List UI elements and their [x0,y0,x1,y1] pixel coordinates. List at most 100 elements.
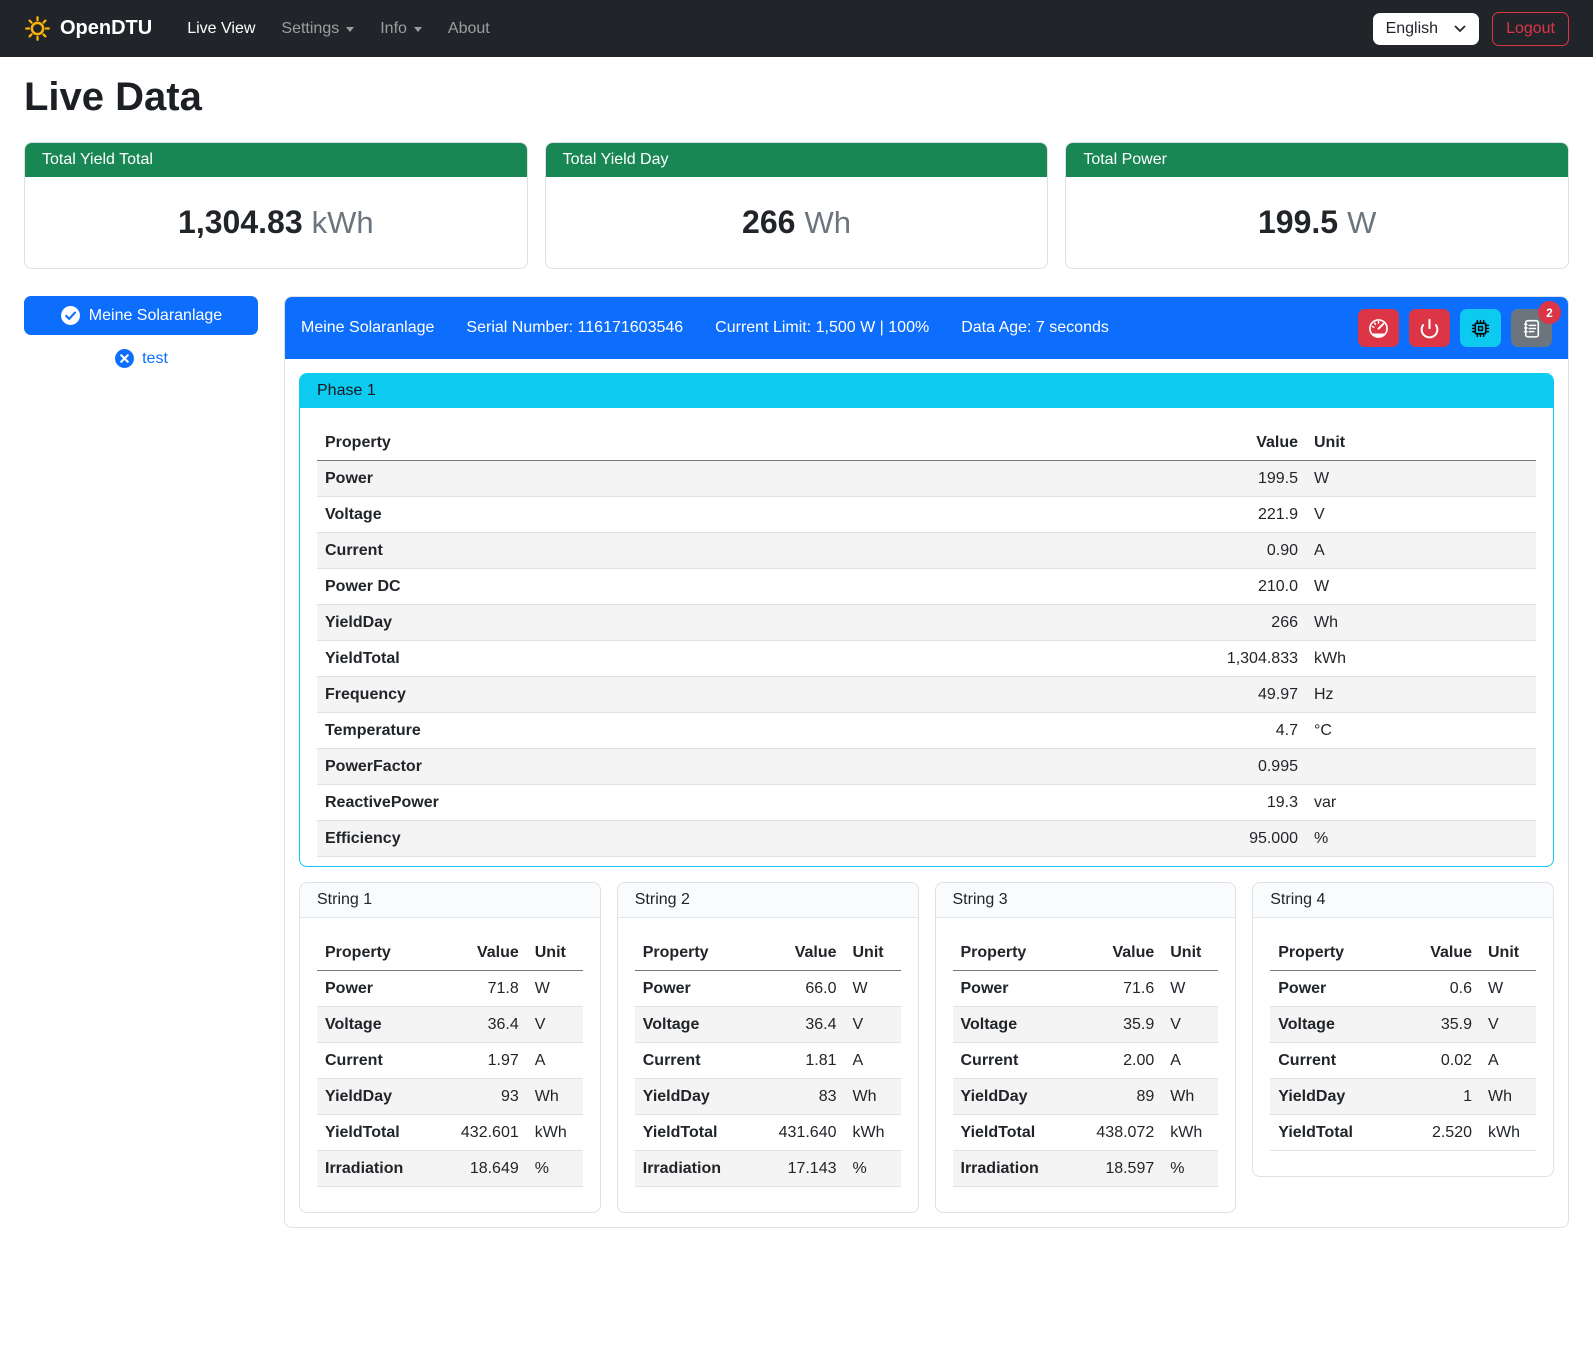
value-cell: 438.072 [1076,1115,1162,1151]
unit-cell: V [1480,1007,1536,1043]
table-row: Voltage35.9V [1270,1007,1536,1043]
summary-card-body: 1,304.83kWh [25,177,527,268]
property-cell: YieldDay [635,1079,759,1115]
table-row: YieldDay83Wh [635,1079,901,1115]
inverter-card-header: Meine Solaranlage Serial Number: 1161716… [285,297,1568,359]
col-header-property: Property [317,425,1186,461]
table-row: PowerFactor0.995 [317,749,1536,785]
table-head: PropertyValueUnit [953,935,1219,971]
col-header-value: Value [759,935,845,971]
value-cell: 36.4 [759,1007,845,1043]
unit-cell: A [1162,1043,1218,1079]
brand-logo[interactable]: OpenDTU [24,15,152,42]
property-cell: YieldTotal [1270,1115,1394,1151]
device-info-button[interactable] [1460,309,1501,347]
summary-card-total-yield-day: Total Yield Day266Wh [545,142,1049,269]
table-header-row: PropertyValueUnit [953,935,1219,971]
unit-cell: Hz [1306,677,1536,713]
unit-cell [1306,749,1536,785]
property-cell: Irradiation [953,1151,1077,1187]
unit-cell: A [845,1043,901,1079]
value-cell: 431.640 [759,1115,845,1151]
sidebar-item-meine-solaranlage[interactable]: Meine Solaranlage [24,296,258,335]
unit-cell: kWh [1162,1115,1218,1151]
nav-item-live-view[interactable]: Live View [174,12,268,46]
property-cell: Power [317,971,441,1007]
value-cell: 210.0 [1186,569,1306,605]
table-row: Power71.6W [953,971,1219,1007]
property-cell: Power [635,971,759,1007]
property-cell: Efficiency [317,821,1186,857]
col-header-value: Value [441,935,527,971]
unit-cell: W [1480,971,1536,1007]
property-cell: Voltage [1270,1007,1394,1043]
table-row: Current0.90A [317,533,1536,569]
string-card-body: PropertyValueUnitPower0.6WVoltage35.9VCu… [1253,918,1553,1176]
table-row: Voltage221.9V [317,497,1536,533]
string-card-string-2: String 2PropertyValueUnitPower66.0WVolta… [617,882,919,1213]
value-cell: 71.8 [441,971,527,1007]
event-count-badge: 2 [1538,301,1561,324]
property-cell: YieldTotal [635,1115,759,1151]
nav-item-settings[interactable]: Settings [268,12,367,46]
summary-card-body: 266Wh [546,177,1048,268]
table-row: Power66.0W [635,971,901,1007]
col-header-unit: Unit [1306,425,1536,461]
nav-item-about[interactable]: About [435,12,503,46]
table-row: Current1.97A [317,1043,583,1079]
value-cell: 71.6 [1076,971,1162,1007]
inverter-data-age: Data Age: 7 seconds [961,319,1109,337]
unit-cell: W [845,971,901,1007]
summary-card-title: Total Power [1066,143,1568,177]
power-toggle-button[interactable] [1409,309,1450,347]
property-cell: Irradiation [635,1151,759,1187]
unit-cell: kWh [1480,1115,1536,1151]
unit-cell: % [527,1151,583,1187]
value-cell: 66.0 [759,971,845,1007]
table-row: YieldDay266Wh [317,605,1536,641]
logout-button[interactable]: Logout [1492,12,1569,46]
value-cell: 1 [1394,1079,1480,1115]
inverter-sidebar: Meine Solaranlage test [24,296,258,369]
table-row: YieldTotal432.601kWh [317,1115,583,1151]
limit-settings-button[interactable] [1358,309,1399,347]
unit-cell: kWh [527,1115,583,1151]
inverter-name: Meine Solaranlage [301,319,434,337]
inverter-actions: 2 [1358,309,1552,347]
table-head: PropertyValueUnit [317,935,583,971]
table-row: Current2.00A [953,1043,1219,1079]
inverter-card: Meine Solaranlage Serial Number: 1161716… [284,296,1569,1228]
brand-label: OpenDTU [60,17,152,40]
gauge-icon [1367,317,1390,340]
unit-cell: % [845,1151,901,1187]
summary-card-total-power: Total Power199.5W [1065,142,1569,269]
value-cell: 93 [441,1079,527,1115]
sidebar-item-test[interactable]: test [24,348,258,369]
language-select[interactable]: English [1373,13,1479,45]
property-cell: Power DC [317,569,1186,605]
string-table: PropertyValueUnitPower0.6WVoltage35.9VCu… [1270,935,1536,1151]
col-header-unit: Unit [1480,935,1536,971]
string-card-body: PropertyValueUnitPower71.8WVoltage36.4VC… [300,918,600,1212]
table-row: Frequency49.97Hz [317,677,1536,713]
table-row: Power199.5W [317,461,1536,497]
property-cell: Frequency [317,677,1186,713]
nav-item-info[interactable]: Info [367,12,435,46]
summary-card-value: 199.5 [1258,204,1338,240]
property-cell: Current [953,1043,1077,1079]
col-header-property: Property [635,935,759,971]
event-log-button[interactable]: 2 [1511,309,1552,347]
unit-cell: kWh [1306,641,1536,677]
language-select-value: English [1386,20,1438,38]
table-head: PropertyValueUnit [635,935,901,971]
inverter-limit: Current Limit: 1,500 W | 100% [715,319,929,337]
string-table: PropertyValueUnitPower71.8WVoltage36.4VC… [317,935,583,1187]
table-row: Irradiation18.649% [317,1151,583,1187]
table-body: Power0.6WVoltage35.9VCurrent0.02AYieldDa… [1270,971,1536,1151]
property-cell: Voltage [635,1007,759,1043]
unit-cell: Wh [1162,1079,1218,1115]
table-head: PropertyValueUnit [317,425,1536,461]
unit-cell: W [1162,971,1218,1007]
col-header-property: Property [1270,935,1394,971]
table-header-row: PropertyValueUnit [317,425,1536,461]
